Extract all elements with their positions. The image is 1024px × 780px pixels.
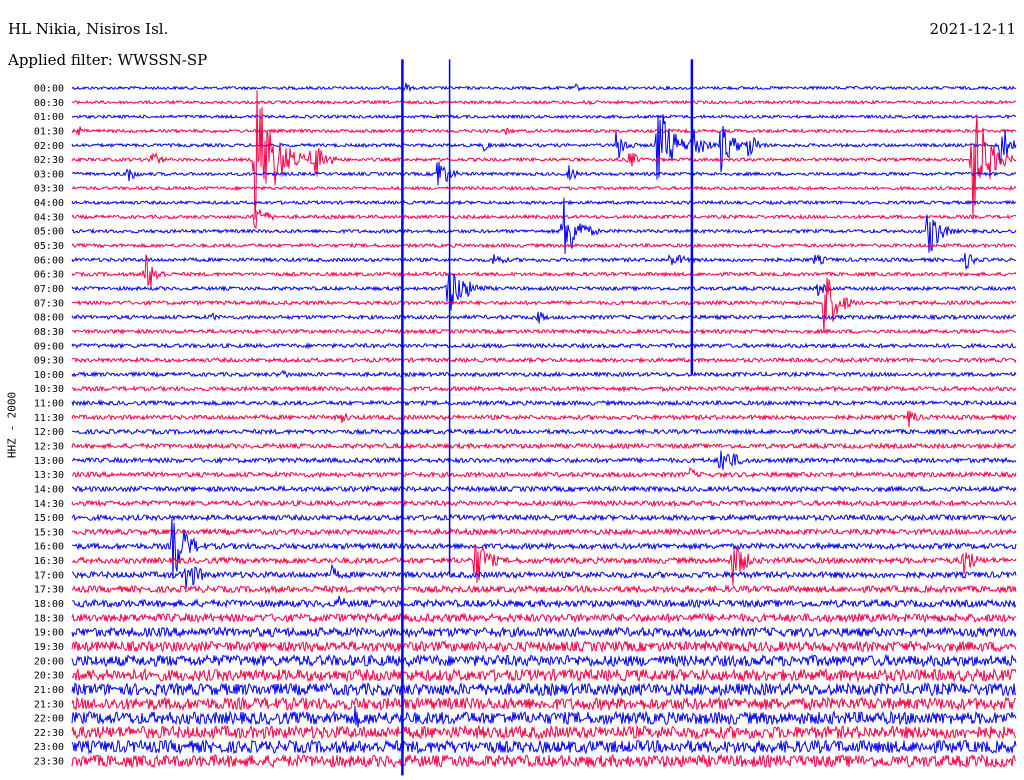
row-time-label: 17:30 [34,585,64,596]
row-time-label: 11:00 [34,399,64,410]
trace-row [71,653,1017,668]
row-time-label: 11:30 [34,413,64,424]
trace-row [71,410,1017,428]
row-time-label: 02:00 [34,141,64,152]
row-time-label: 22:00 [34,714,64,725]
trace-row [71,584,1017,595]
row-time-label: 00:30 [34,98,64,109]
row-time-label: 19:00 [34,628,64,639]
trace-row [71,667,1017,683]
row-time-label: 01:00 [34,112,64,123]
trace-row [71,705,1017,728]
trace-row [71,252,1017,270]
row-time-label: 19:30 [34,642,64,653]
trace-row [71,277,1017,333]
row-time-label: 15:00 [34,513,64,524]
row-time-label: 20:30 [34,671,64,682]
row-time-label: 18:30 [34,613,64,624]
row-time-label: 13:30 [34,470,64,481]
trace-row [71,595,1017,609]
trace-row [71,185,1017,192]
trace-row [71,209,1017,229]
row-time-label: 03:00 [34,169,64,180]
trace-row [71,242,1017,249]
trace-row [71,696,1017,712]
row-time-label: 18:00 [34,599,64,610]
row-time-label: 23:00 [34,742,64,753]
row-time-label: 21:30 [34,699,64,710]
row-time-label: 10:30 [34,384,64,395]
trace-row [71,356,1017,364]
trace-row [71,113,1017,120]
row-time-label: 07:00 [34,284,64,295]
trace-row [71,327,1017,336]
row-time-label: 15:30 [34,527,64,538]
trace-row [71,269,1017,311]
row-time-label: 04:30 [34,212,64,223]
trace-row [71,498,1017,508]
trace-row [71,197,1017,254]
trace-row [71,369,1017,379]
trace-row [71,114,1017,180]
row-time-label: 13:00 [34,456,64,467]
row-time-label: 17:00 [34,570,64,581]
trace-row [71,639,1017,654]
trace-row [71,484,1017,494]
row-time-label: 06:00 [34,255,64,266]
row-time-label: 02:30 [34,155,64,166]
trace-row [71,543,1017,586]
row-time-label: 06:30 [34,270,64,281]
row-time-label: 04:00 [34,198,64,209]
row-time-label: 00:00 [34,84,64,95]
trace-row [71,311,1017,324]
trace-row [71,527,1017,537]
row-time-label: 16:00 [34,542,64,553]
trace-row [71,612,1017,624]
trace-row [71,513,1017,523]
row-time-label: 03:30 [34,184,64,195]
trace-row [71,399,1017,407]
row-time-label: 07:30 [34,298,64,309]
row-time-label: 08:00 [34,313,64,324]
trace-row [71,385,1017,393]
row-time-label: 14:30 [34,499,64,510]
trace-row [71,161,1017,186]
row-time-label: 21:00 [34,685,64,696]
trace-row [71,90,1017,220]
trace-row [71,467,1017,479]
trace-row [71,99,1017,106]
trace-row [71,724,1017,741]
trace-row [72,427,1017,436]
row-time-label: 22:30 [34,728,64,739]
trace-row [71,199,1017,206]
trace-row [71,738,1017,755]
row-time-label: 05:00 [34,227,64,238]
trace-row [71,450,1017,470]
row-time-label: 10:00 [34,370,64,381]
trace-row [71,681,1017,698]
trace-row [71,126,1017,136]
trace-row [71,82,1017,93]
row-time-label: 01:30 [34,126,64,137]
seismogram-page: HL Nikia, Nisiros Isl. 2021-12-11 Applie… [0,0,1024,780]
trace-row [71,441,1017,451]
row-time-label: 08:30 [34,327,64,338]
row-time-label: 12:00 [34,427,64,438]
trace-row [71,625,1017,639]
row-time-label: 20:00 [34,656,64,667]
trace-row [71,254,1017,288]
trace-row [72,518,1017,580]
trace-row [71,753,1017,769]
trace-row [71,563,1017,590]
row-time-label: 12:30 [34,442,64,453]
row-time-label: 09:00 [34,341,64,352]
trace-row [71,341,1017,350]
row-time-label: 05:30 [34,241,64,252]
seismogram-plot: 00:00 00:30 01:00 01:30 02:00 02:30 03:00 03:30… [34,59,1017,776]
row-time-label: 09:30 [34,356,64,367]
row-time-label: 16:30 [34,556,64,567]
row-time-label: 23:30 [34,757,64,768]
row-time-label: 14:00 [34,484,64,495]
